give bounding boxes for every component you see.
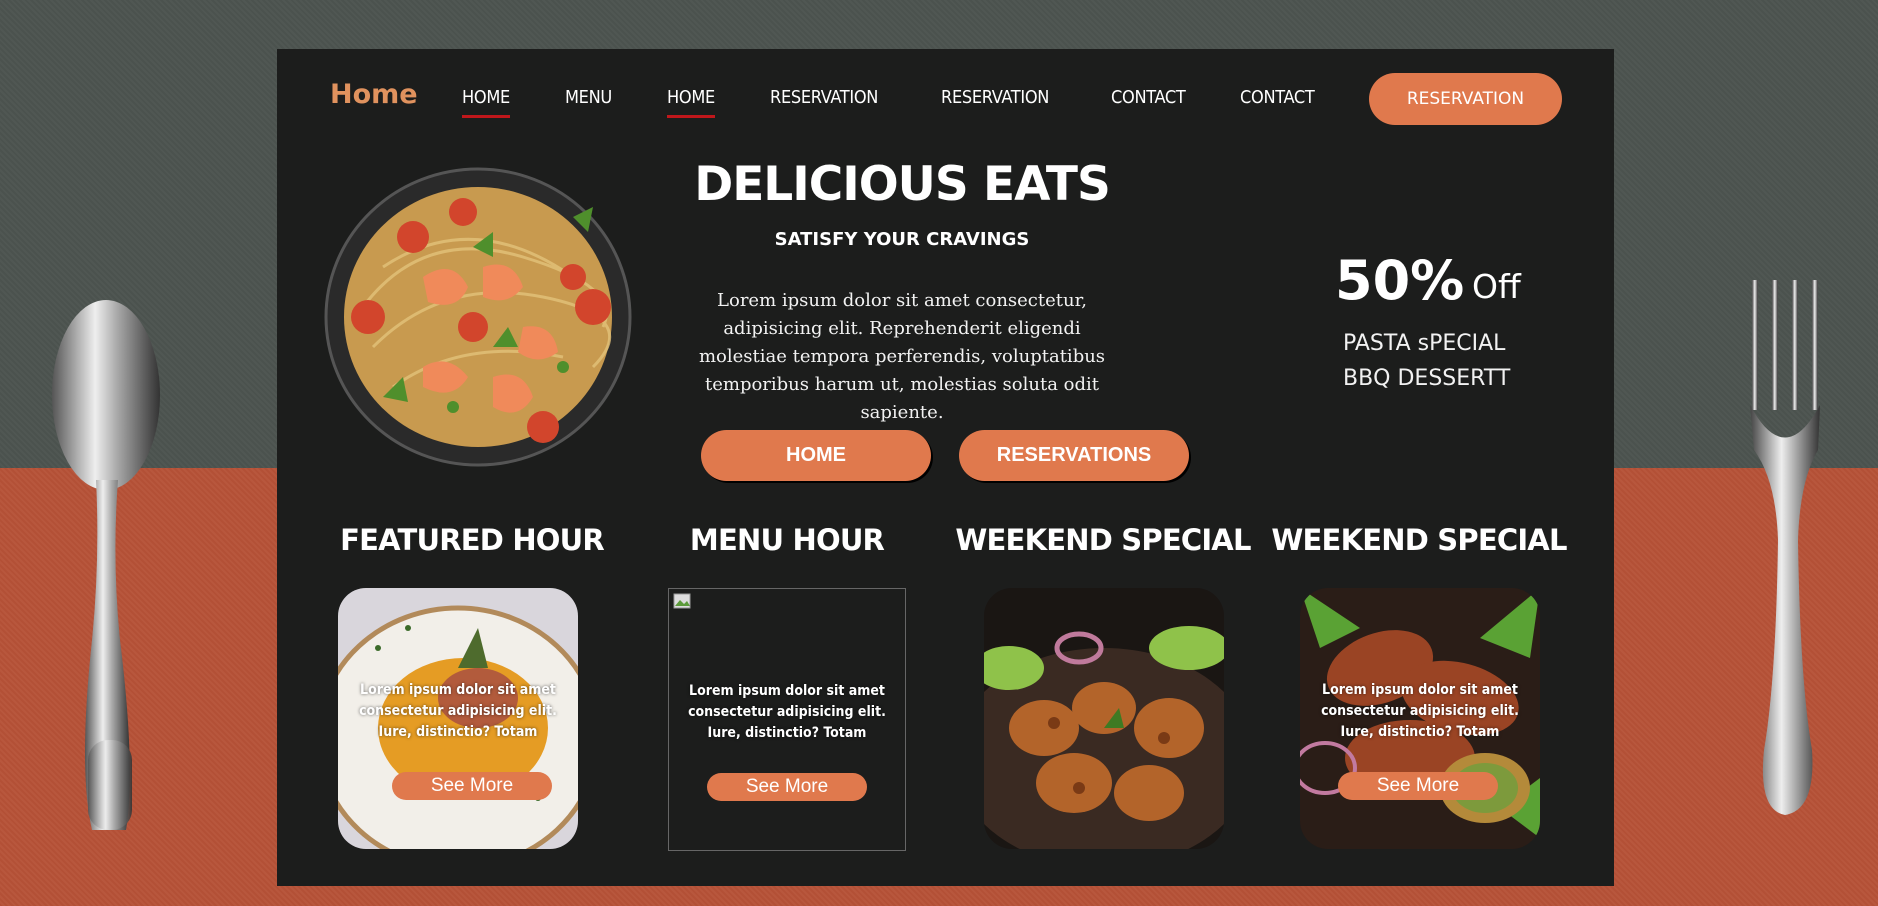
promo-line-bbq: BBQ DESSERTT (1343, 366, 1511, 391)
nav-reservation-2[interactable]: RESERVATION (941, 87, 1049, 108)
see-more-button-menu[interactable]: See More (707, 773, 867, 801)
card-weekend (984, 588, 1224, 849)
hero-subtitle: SATISFY YOUR CRAVINGS (774, 229, 1030, 250)
promo-percent: 50% (1335, 249, 1465, 312)
reservation-button[interactable]: RESERVATION (1369, 73, 1562, 125)
card-weekend-2: Lorem ipsum dolor sit amet consectetur a… (1300, 588, 1540, 849)
card-featured: Lorem ipsum dolor sit amet consectetur a… (338, 588, 578, 849)
nav-contact-2[interactable]: CONTACT (1240, 87, 1315, 108)
nav-contact[interactable]: CONTACT (1111, 87, 1186, 108)
chicken-wings-image (984, 588, 1224, 849)
spoon-image (52, 300, 160, 830)
card-weekend-2-text: Lorem ipsum dolor sit amet consectetur a… (1321, 682, 1519, 740)
card-heading-menu: MENU HOUR (689, 523, 885, 557)
hero-description: Lorem ipsum dolor sit amet consectetur, … (698, 290, 1106, 423)
nav-home[interactable]: HOME (462, 87, 510, 118)
see-more-button-weekend[interactable]: See More (1338, 772, 1498, 800)
fork-image (1750, 280, 1820, 815)
card-menu: Lorem ipsum dolor sit amet consectetur a… (668, 588, 906, 851)
nav-menu[interactable]: MENU (565, 87, 612, 108)
hero-home-button[interactable]: HOME (701, 430, 931, 481)
hero-reservations-button[interactable]: RESERVATIONS (959, 430, 1189, 481)
pasta-plate-image (324, 167, 632, 467)
broken-image-icon (673, 593, 691, 609)
see-more-button-featured[interactable]: See More (392, 772, 552, 800)
card-featured-text: Lorem ipsum dolor sit amet consectetur a… (359, 682, 557, 740)
card-heading-weekend-2: WEEKEND SPECIAL (1271, 523, 1567, 557)
promo-line-pasta: PASTA sPECIAL (1343, 331, 1506, 356)
nav-home-2[interactable]: HOME (667, 87, 715, 118)
nav-reservation[interactable]: RESERVATION (770, 87, 878, 108)
card-heading-weekend: WEEKEND SPECIAL (955, 523, 1251, 557)
promo-off: Off (1472, 267, 1521, 306)
card-menu-text: Lorem ipsum dolor sit amet consectetur a… (688, 683, 886, 741)
hero-title: DELICIOUS EATS (694, 157, 1111, 212)
card-heading-featured: FEATURED HOUR (340, 523, 605, 557)
main-panel: Home HOME MENU HOME RESERVATION RESERVAT… (277, 49, 1614, 886)
brand-logo[interactable]: Home (330, 79, 418, 110)
